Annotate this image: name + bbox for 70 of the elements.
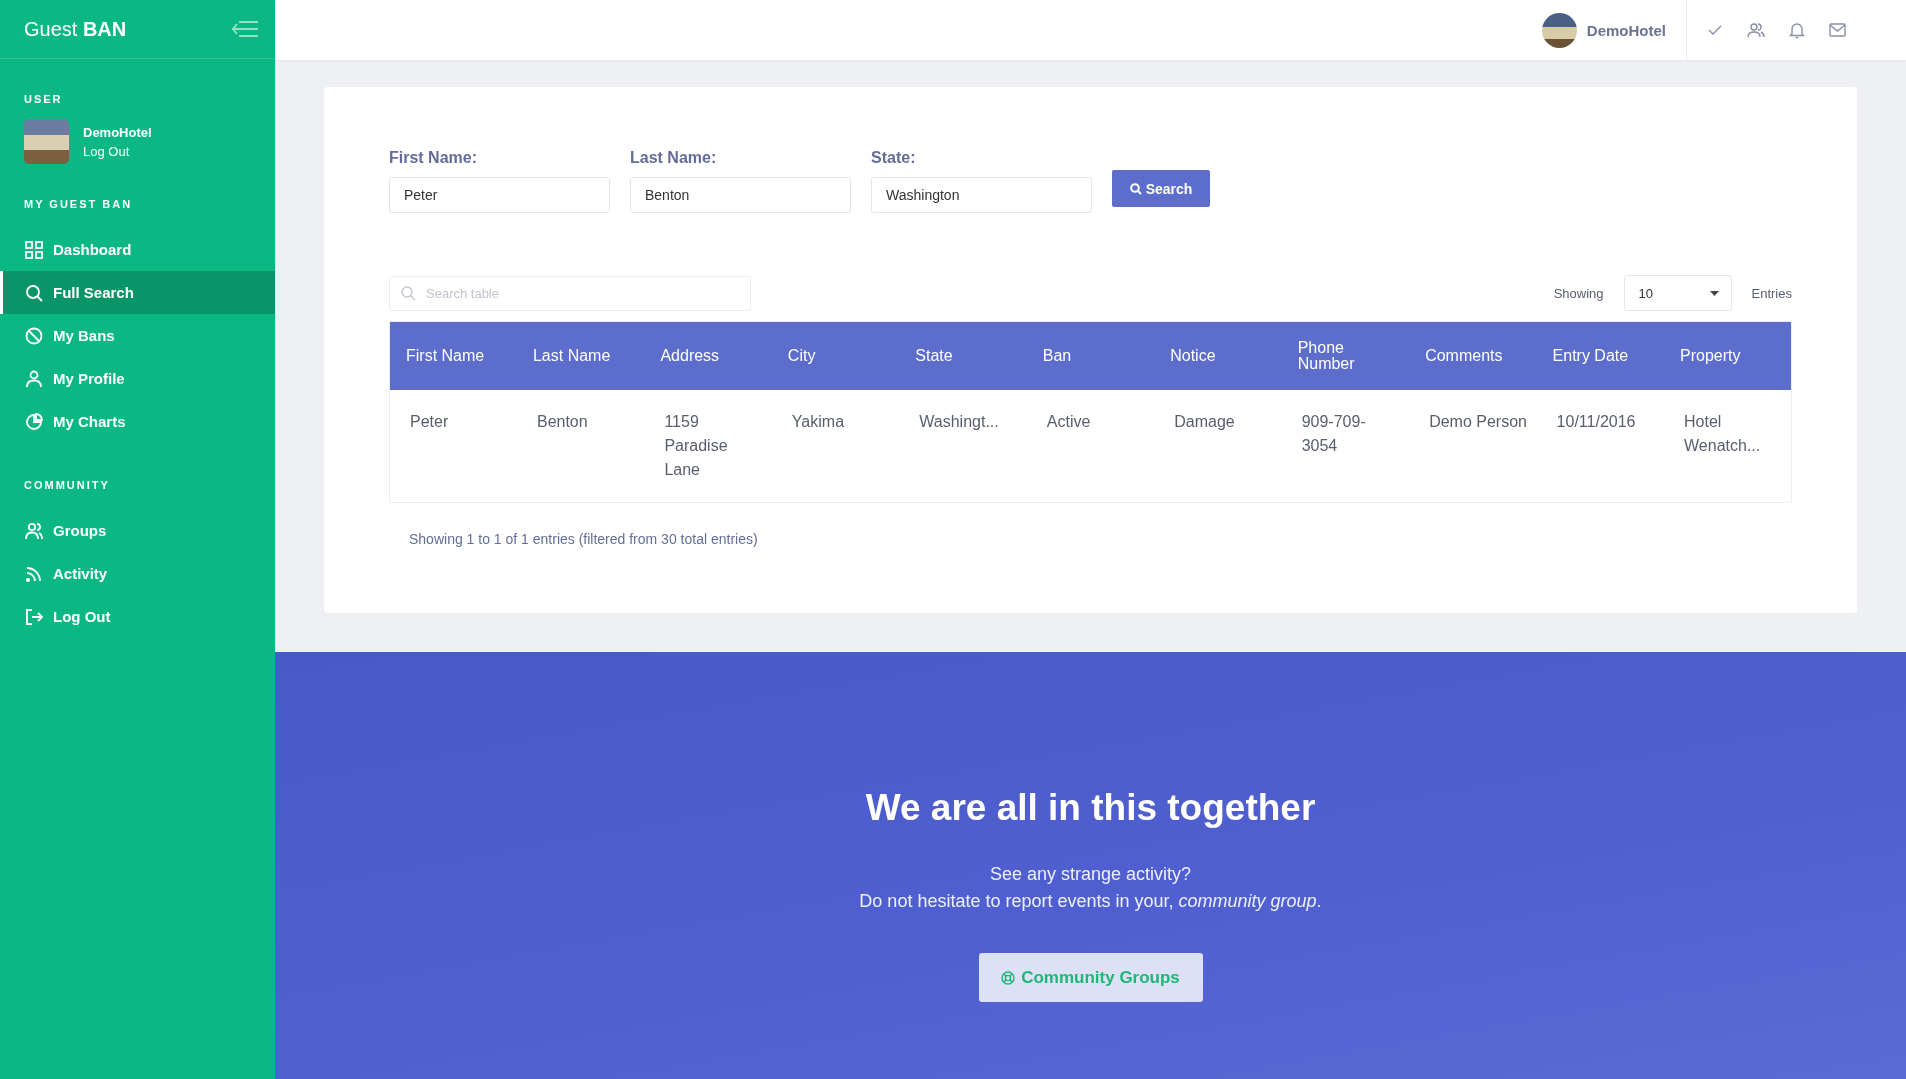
table-cell: Yakima [771,390,900,503]
caret-icon [1709,290,1719,296]
table-cell: Demo Person [1409,390,1537,503]
mail-icon[interactable] [1829,23,1846,37]
table-cell: Hotel Wenatch... [1664,390,1792,503]
column-header[interactable]: Notice [1154,321,1282,390]
table-cell: Peter [389,390,517,503]
bell-icon[interactable] [1789,21,1805,39]
search-icon [1129,182,1142,195]
people-icon [25,521,43,540]
lifebuoy-icon [1001,970,1016,985]
user-name: DemoHotel [83,124,152,140]
search-button[interactable]: Search [1112,170,1210,207]
person-icon [25,369,43,388]
search-icon [401,285,416,301]
nav-item[interactable]: Groups [0,509,275,552]
column-header[interactable]: First Name [389,321,517,390]
people-icon[interactable] [1747,22,1765,38]
column-header[interactable]: Address [644,321,772,390]
nav-item[interactable]: My Profile [0,357,275,400]
search-field[interactable]: Search table [389,275,751,311]
nav-item[interactable]: Full Search [0,271,275,314]
showing-label: Showing [1553,285,1604,301]
column-header[interactable]: Comments [1409,321,1537,390]
table-cell: Benton [516,390,645,503]
pie-chart-icon [25,412,43,431]
photo-placeholder [24,119,69,164]
column-header[interactable]: Entry Date [1536,321,1665,390]
table-cell: 909-709-3054 [1281,390,1410,503]
field-label: Last Name: [630,149,718,167]
section-heading: USER [23,92,64,105]
menu-icon[interactable] [231,20,259,38]
column-header[interactable]: City [771,321,900,390]
section-heading: COMMUNITY [23,478,111,491]
logout-link[interactable]: Log Out [83,143,152,159]
user-name[interactable]: DemoHotel [1586,21,1666,39]
table-cell: 1159 Paradise Lane [644,390,772,503]
banner-text: See any strange activity? [989,863,1192,886]
nav-item[interactable]: Dashboard [0,228,275,271]
table-cell: Active [1026,390,1155,503]
input-field[interactable]: Benton [630,177,851,213]
field-label: First Name: [389,149,479,167]
field-label: State: [871,149,917,167]
banner-title: We are all in this together [865,787,1316,829]
grid-icon [25,240,43,259]
logout-icon [25,607,43,626]
nav-item[interactable]: Activity [0,552,275,595]
table-cell: 10/11/2016 [1536,390,1665,503]
input-field[interactable]: Peter [389,177,610,213]
banner-text: Do not hesitate to report events in your, community group. [859,890,1322,913]
column-header[interactable]: Phone Number [1281,321,1410,390]
table-cell: Damage [1154,390,1282,503]
avatar-photo-placeholder [1541,12,1577,48]
entries-label: Entries [1751,285,1792,301]
page-size-dropdown[interactable]: 10 [1623,275,1732,311]
search-icon [25,283,43,302]
table-cell: Washingt... [899,390,1027,503]
input-field[interactable]: Washington [871,177,1092,213]
feed-icon [25,564,43,583]
section-heading: MY GUEST BAN [23,197,134,210]
ban-icon [25,326,43,345]
nav-item[interactable]: My Bans [0,314,275,357]
nav-item[interactable]: Log Out [0,595,275,638]
column-header[interactable]: Property [1664,321,1792,390]
column-header[interactable]: State [899,321,1027,390]
nav-item[interactable]: My Charts [0,400,275,443]
column-header[interactable]: Ban [1026,321,1155,390]
brand-logo: Guest BAN [24,17,127,41]
table-info: Showing 1 to 1 of 1 entries (filtered from 30 total entries) [408,530,759,547]
column-header[interactable]: Last Name [516,321,645,390]
